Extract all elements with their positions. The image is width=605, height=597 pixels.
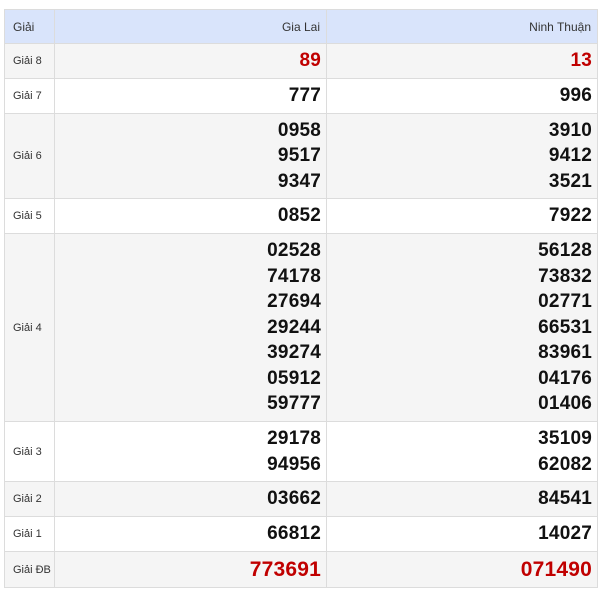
gia-lai-numbers: 29178 94956	[54, 421, 327, 482]
row-giai-6: Giải 6 0958 9517 9347 3910 9412 3521	[4, 113, 598, 199]
prize-label: Giải 8	[4, 43, 55, 79]
prize-label: Giải 2	[4, 481, 55, 517]
result-number: 29178	[267, 427, 321, 449]
result-number: 0958	[277, 119, 321, 141]
result-number: 29244	[267, 316, 321, 338]
result-number: 0852	[277, 205, 321, 227]
ninh-thuan-numbers: 13	[326, 43, 598, 79]
result-number: 62082	[538, 453, 592, 475]
result-number: 9412	[548, 145, 592, 167]
special-prize-number: 773691	[249, 557, 321, 581]
prize-label: Giải 5	[4, 198, 55, 234]
result-number: 66812	[267, 523, 321, 545]
row-giai-1: Giải 1 66812 14027	[4, 516, 598, 552]
result-number: 01406	[538, 393, 592, 415]
prize-label: Giải 3	[4, 421, 55, 482]
result-number: 996	[559, 85, 592, 107]
results-table-container: Giải Gia Lai Ninh Thuận Giải 8 89 13 Giả…	[4, 9, 598, 588]
ninh-thuan-numbers: 14027	[326, 516, 598, 552]
special-prize-number: 071490	[520, 557, 592, 581]
result-number: 13	[570, 50, 592, 72]
result-number: 03662	[267, 488, 321, 510]
result-number: 39274	[267, 342, 321, 364]
gia-lai-numbers: 777	[54, 78, 327, 114]
gia-lai-numbers: 0852	[54, 198, 327, 234]
result-number: 74178	[267, 265, 321, 287]
result-number: 83961	[538, 342, 592, 364]
prize-label: Giải 1	[4, 516, 55, 552]
gia-lai-numbers: 02528 74178 27694 29244 39274 05912 5977…	[54, 233, 327, 422]
ninh-thuan-numbers: 7922	[326, 198, 598, 234]
header-province-ninh-thuan[interactable]: Ninh Thuận	[326, 9, 598, 44]
result-number: 3521	[548, 170, 592, 192]
result-number: 04176	[538, 367, 592, 389]
result-number: 02528	[267, 239, 321, 261]
row-giai-3: Giải 3 29178 94956 35109 62082	[4, 421, 598, 482]
result-number: 9517	[277, 145, 321, 167]
result-number: 02771	[538, 291, 592, 313]
ninh-thuan-numbers: 35109 62082	[326, 421, 598, 482]
lottery-results-table: Giải Gia Lai Ninh Thuận Giải 8 89 13 Giả…	[4, 9, 598, 588]
ninh-thuan-numbers: 84541	[326, 481, 598, 517]
ninh-thuan-numbers: 996	[326, 78, 598, 114]
result-number: 89	[299, 50, 321, 72]
prize-label: Giải 7	[4, 78, 55, 114]
ninh-thuan-numbers: 071490	[326, 551, 598, 588]
result-number: 66531	[538, 316, 592, 338]
header-province-gia-lai[interactable]: Gia Lai	[54, 9, 327, 44]
result-number: 94956	[267, 453, 321, 475]
gia-lai-numbers: 0958 9517 9347	[54, 113, 327, 199]
result-number: 7922	[548, 205, 592, 227]
row-giai-2: Giải 2 03662 84541	[4, 481, 598, 517]
ninh-thuan-numbers: 56128 73832 02771 66531 83961 04176 0140…	[326, 233, 598, 422]
row-giai-4: Giải 4 02528 74178 27694 29244 39274 059…	[4, 233, 598, 422]
result-number: 56128	[538, 239, 592, 261]
row-giai-5: Giải 5 0852 7922	[4, 198, 598, 234]
result-number: 59777	[267, 393, 321, 415]
result-number: 9347	[277, 170, 321, 192]
row-giai-dac-biet: Giải ĐB 773691 071490	[4, 551, 598, 588]
gia-lai-numbers: 03662	[54, 481, 327, 517]
result-number: 3910	[548, 119, 592, 141]
table-header-row: Giải Gia Lai Ninh Thuận	[4, 9, 598, 44]
gia-lai-numbers: 89	[54, 43, 327, 79]
header-prize-label: Giải	[4, 9, 55, 44]
row-giai-8: Giải 8 89 13	[4, 43, 598, 79]
result-number: 27694	[267, 291, 321, 313]
gia-lai-numbers: 66812	[54, 516, 327, 552]
gia-lai-numbers: 773691	[54, 551, 327, 588]
row-giai-7: Giải 7 777 996	[4, 78, 598, 114]
ninh-thuan-numbers: 3910 9412 3521	[326, 113, 598, 199]
result-number: 73832	[538, 265, 592, 287]
result-number: 14027	[538, 523, 592, 545]
prize-label: Giải 6	[4, 113, 55, 199]
prize-label: Giải 4	[4, 233, 55, 422]
prize-label: Giải ĐB	[4, 551, 55, 588]
result-number: 777	[288, 85, 321, 107]
result-number: 84541	[538, 488, 592, 510]
result-number: 05912	[267, 367, 321, 389]
result-number: 35109	[538, 427, 592, 449]
